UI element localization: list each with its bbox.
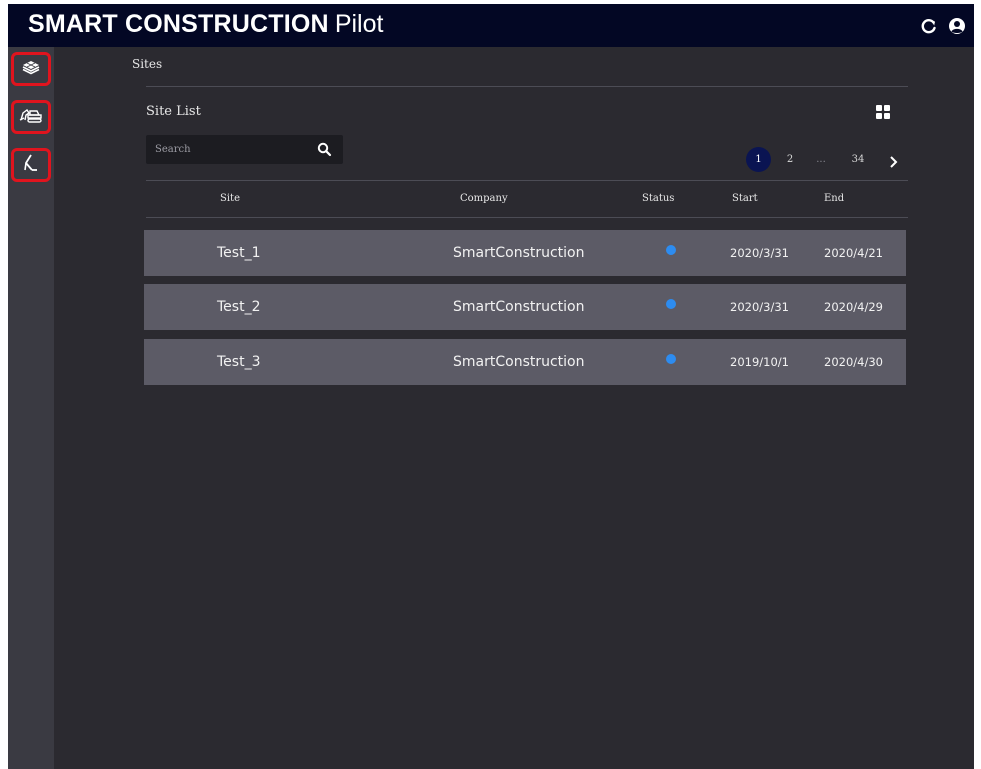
start-date: 2020/3/31 <box>730 300 789 314</box>
column-header-start[interactable]: Start <box>732 193 758 204</box>
start-date: 2019/10/1 <box>730 355 789 369</box>
app-window: SMART CONSTRUCTION Pilot Sites Site List… <box>8 4 974 769</box>
status-indicator <box>666 354 676 364</box>
page-ellipsis: ... <box>816 154 826 165</box>
search-icon[interactable] <box>317 142 332 157</box>
sidebar-item-sites[interactable] <box>11 52 51 86</box>
column-header-company[interactable]: Company <box>460 193 508 204</box>
sidebar-item-machines[interactable] <box>11 100 51 134</box>
end-date: 2020/4/29 <box>824 300 883 314</box>
end-date: 2020/4/21 <box>824 246 883 260</box>
company-name: SmartConstruction <box>453 354 585 370</box>
search-box <box>146 135 343 164</box>
site-name: Test_3 <box>217 354 261 370</box>
company-name: SmartConstruction <box>453 245 585 261</box>
search-input[interactable] <box>146 135 315 164</box>
app-brand: SMART CONSTRUCTION Pilot <box>28 10 383 39</box>
brand-name: SMART CONSTRUCTION <box>28 10 329 38</box>
sidebar-item-equipment[interactable] <box>11 148 51 182</box>
status-indicator <box>666 245 676 255</box>
site-name: Test_1 <box>217 245 261 261</box>
column-header-end[interactable]: End <box>824 193 844 204</box>
divider <box>146 86 908 87</box>
company-name: SmartConstruction <box>453 299 585 315</box>
layers-icon <box>20 57 42 81</box>
start-date: 2020/3/31 <box>730 246 789 260</box>
column-header-site[interactable]: Site <box>220 193 240 204</box>
status-indicator <box>666 299 676 309</box>
divider <box>146 217 908 218</box>
divider <box>146 180 908 181</box>
grid-view-icon[interactable] <box>875 104 891 120</box>
site-name: Test_2 <box>217 299 261 315</box>
refresh-icon[interactable] <box>918 15 940 37</box>
chevron-right-icon[interactable] <box>885 150 901 179</box>
page-button-1[interactable]: 1 <box>746 147 771 172</box>
column-header-status[interactable]: Status <box>642 193 674 204</box>
table-row[interactable]: Test_1 SmartConstruction 2020/3/31 2020/… <box>144 230 906 276</box>
page-title: Site List <box>146 104 201 119</box>
brand-suffix: Pilot <box>334 10 384 38</box>
end-date: 2020/4/30 <box>824 355 883 369</box>
user-circle-icon[interactable] <box>946 15 968 37</box>
breadcrumb: Sites <box>132 57 163 71</box>
excavator-icon <box>18 105 44 129</box>
table-row[interactable]: Test_3 SmartConstruction 2019/10/1 2020/… <box>144 339 906 385</box>
page-button-34[interactable]: 34 <box>849 148 867 172</box>
page-button-2[interactable]: 2 <box>783 148 797 172</box>
sidebar <box>8 47 54 769</box>
table-row[interactable]: Test_2 SmartConstruction 2020/3/31 2020/… <box>144 284 906 330</box>
top-bar: SMART CONSTRUCTION Pilot <box>8 4 974 47</box>
boom-arm-icon <box>20 152 42 178</box>
